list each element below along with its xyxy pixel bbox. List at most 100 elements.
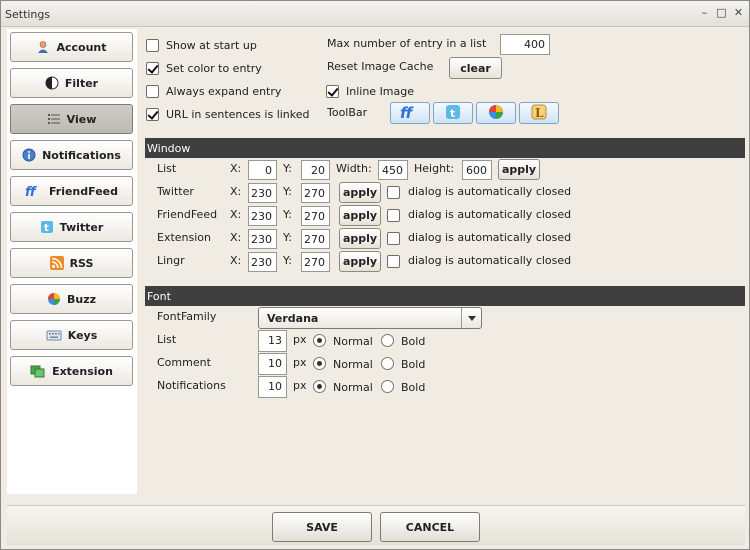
always-expand-label: Always expand entry: [166, 85, 282, 98]
friendfeed-x-input[interactable]: 230: [248, 206, 277, 226]
inline-image-checkbox[interactable]: [326, 85, 339, 98]
window-section-header: Window: [145, 138, 745, 158]
sidebar-item-label: Notifications: [42, 148, 121, 162]
svg-text:ff: ff: [400, 104, 414, 120]
dialog-footer: SAVE CANCEL: [7, 505, 745, 545]
list-bold-radio[interactable]: [381, 334, 394, 347]
sidebar-item-buzz[interactable]: Buzz: [10, 284, 133, 314]
minimize-button[interactable]: –: [698, 6, 711, 20]
font-row-label: Comment: [157, 356, 211, 369]
sidebar-item-label: View: [66, 112, 97, 126]
sidebar-item-keys[interactable]: Keys: [10, 320, 133, 350]
view-settings-panel: Show at start up Set color to entry Alwa…: [137, 29, 749, 494]
font-family-select[interactable]: Verdana: [258, 307, 482, 329]
list-height-input[interactable]: 600: [462, 160, 492, 180]
sidebar-item-notifications[interactable]: Notifications: [10, 140, 133, 170]
inline-image-label: Inline Image: [346, 85, 415, 98]
twitter-autoclose-checkbox[interactable]: [387, 186, 400, 199]
px-unit-label: px: [293, 379, 307, 392]
sidebar-item-label: Twitter: [59, 220, 104, 234]
set-color-checkbox[interactable]: [146, 62, 159, 75]
font-family-value: Verdana: [267, 312, 319, 325]
notifications-normal-radio[interactable]: [313, 380, 326, 393]
x-label: X:: [230, 162, 242, 175]
toolbar-lingr-button[interactable]: L: [519, 102, 559, 124]
keyboard-icon: [46, 328, 62, 342]
svg-text:ff: ff: [25, 185, 37, 198]
user-icon: [36, 40, 50, 54]
sidebar-item-view[interactable]: View: [10, 104, 133, 134]
settings-window: Settings – □ ✕ Account Filter View Notif…: [0, 0, 750, 550]
twitter-y-input[interactable]: 270: [301, 183, 330, 203]
twitter-apply-button[interactable]: apply: [339, 182, 381, 203]
twitter-icon: t: [40, 220, 54, 234]
toolbar-twitter-button[interactable]: t: [433, 102, 473, 124]
list-x-input[interactable]: 0: [248, 160, 277, 180]
sidebar-item-rss[interactable]: RSS: [10, 248, 133, 278]
sidebar-item-label: Keys: [67, 328, 98, 342]
sidebar-item-filter[interactable]: Filter: [10, 68, 133, 98]
sidebar-item-friendfeed[interactable]: ff FriendFeed: [10, 176, 133, 206]
list-apply-button[interactable]: apply: [498, 159, 540, 180]
px-unit-label: px: [293, 356, 307, 369]
url-linked-checkbox[interactable]: [146, 108, 159, 121]
comment-font-size-input[interactable]: 10: [258, 353, 287, 375]
toolbar-buzz-button[interactable]: [476, 102, 516, 124]
sidebar-item-label: RSS: [69, 256, 94, 270]
sidebar-item-label: FriendFeed: [48, 184, 119, 198]
extension-y-input[interactable]: 270: [301, 229, 330, 249]
friendfeed-autoclose-checkbox[interactable]: [387, 209, 400, 222]
lingr-autoclose-checkbox[interactable]: [387, 255, 400, 268]
svg-text:t: t: [44, 223, 49, 234]
title-bar: Settings – □ ✕: [1, 1, 749, 27]
sidebar-item-account[interactable]: Account: [10, 32, 133, 62]
chevron-down-icon: [461, 308, 481, 328]
rss-icon: [49, 256, 64, 270]
height-label: Height:: [414, 162, 455, 175]
extension-apply-button[interactable]: apply: [339, 228, 381, 249]
always-expand-checkbox[interactable]: [146, 85, 159, 98]
close-button[interactable]: ✕: [732, 6, 745, 20]
font-row-label: Notifications: [157, 379, 226, 392]
width-label: Width:: [336, 162, 372, 175]
maximize-button[interactable]: □: [715, 6, 728, 20]
friendfeed-apply-button[interactable]: apply: [339, 205, 381, 226]
list-font-size-input[interactable]: 13: [258, 330, 287, 352]
px-unit-label: px: [293, 333, 307, 346]
sidebar-item-twitter[interactable]: t Twitter: [10, 212, 133, 242]
show-at-startup-checkbox[interactable]: [146, 39, 159, 52]
notifications-bold-radio[interactable]: [381, 380, 394, 393]
lingr-apply-button[interactable]: apply: [339, 251, 381, 272]
list-y-input[interactable]: 20: [301, 160, 330, 180]
friendfeed-icon: ff: [25, 184, 43, 200]
toolbar-friendfeed-button[interactable]: ff: [390, 102, 430, 124]
save-button[interactable]: SAVE: [272, 512, 372, 542]
font-section-header: Font: [145, 286, 745, 306]
lingr-y-input[interactable]: 270: [301, 252, 330, 272]
sidebar-item-label: Account: [56, 40, 107, 54]
info-icon: [22, 148, 36, 162]
sidebar-item-extension[interactable]: Extension: [10, 356, 133, 386]
comment-bold-radio[interactable]: [381, 357, 394, 370]
friendfeed-y-input[interactable]: 270: [301, 206, 330, 226]
extension-autoclose-checkbox[interactable]: [387, 232, 400, 245]
cancel-button[interactable]: CANCEL: [380, 512, 480, 542]
window-row-label: Twitter: [157, 185, 194, 198]
y-label: Y:: [283, 254, 292, 267]
list-normal-radio[interactable]: [313, 334, 326, 347]
buzz-icon: [488, 104, 504, 123]
max-entry-input[interactable]: 400: [500, 34, 550, 55]
reset-cache-label: Reset Image Cache: [327, 60, 434, 73]
extension-x-input[interactable]: 230: [248, 229, 277, 249]
lingr-x-input[interactable]: 230: [248, 252, 277, 272]
window-row-label: Lingr: [157, 254, 185, 267]
comment-normal-radio[interactable]: [313, 357, 326, 370]
x-label: X:: [230, 231, 242, 244]
notifications-font-size-input[interactable]: 10: [258, 376, 287, 398]
svg-text:L: L: [535, 106, 544, 120]
list-width-input[interactable]: 450: [378, 160, 408, 180]
twitter-x-input[interactable]: 230: [248, 183, 277, 203]
clear-cache-button[interactable]: clear: [449, 57, 502, 79]
svg-text:t: t: [450, 107, 455, 120]
y-label: Y:: [283, 231, 292, 244]
